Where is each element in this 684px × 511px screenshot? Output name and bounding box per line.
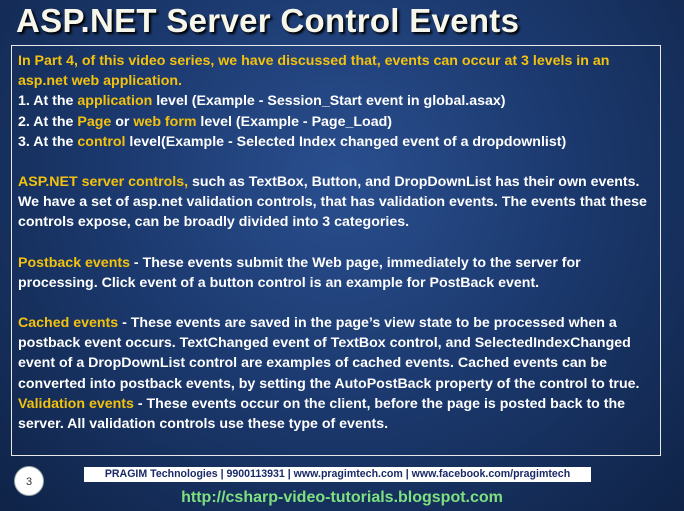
keyword-page: Page <box>77 113 112 130</box>
blog-link[interactable]: http://csharp-video-tutorials.blogspot.c… <box>0 489 684 507</box>
level-description: level(Example - Selected Index changed e… <box>125 133 567 150</box>
cached-heading: Cached events <box>18 315 119 332</box>
cached-paragraph: Cached events - These events are saved i… <box>18 313 654 394</box>
keyword-web-form: web form <box>133 113 197 130</box>
level-prefix: 3. At the <box>18 133 78 150</box>
validation-paragraph: Validation events - These events occur o… <box>18 394 654 434</box>
level-connector: or <box>111 113 134 130</box>
intro-text: In Part 4, of this video series, we have… <box>18 53 610 90</box>
postback-heading: Postback events <box>18 254 130 271</box>
postback-paragraph: Postback events - These events submit th… <box>18 253 654 293</box>
content-panel: In Part 4, of this video series, we have… <box>11 45 661 456</box>
level-description: level (Example - Page_Load) <box>196 113 392 130</box>
keyword-application: application <box>77 93 153 110</box>
validation-heading: Validation events <box>18 395 134 412</box>
level-item-control: 3. At the control level(Example - Select… <box>18 132 654 152</box>
level-item-application: 1. At the application level (Example - S… <box>18 91 654 111</box>
level-item-page: 2. At the Page or web form level (Exampl… <box>18 112 654 132</box>
server-controls-paragraph: ASP.NET server controls, such as TextBox… <box>18 172 654 233</box>
level-prefix: 1. At the <box>18 93 78 110</box>
level-prefix: 2. At the <box>18 113 78 130</box>
footer-contact-bar: PRAGIM Technologies | 9900113931 | www.p… <box>84 467 591 482</box>
level-description: level (Example - Session_Start event in … <box>152 93 506 110</box>
keyword-control: control <box>77 133 126 150</box>
server-controls-heading: ASP.NET server controls, <box>18 174 189 191</box>
slide-title: ASP.NET Server Control Events <box>16 2 520 39</box>
